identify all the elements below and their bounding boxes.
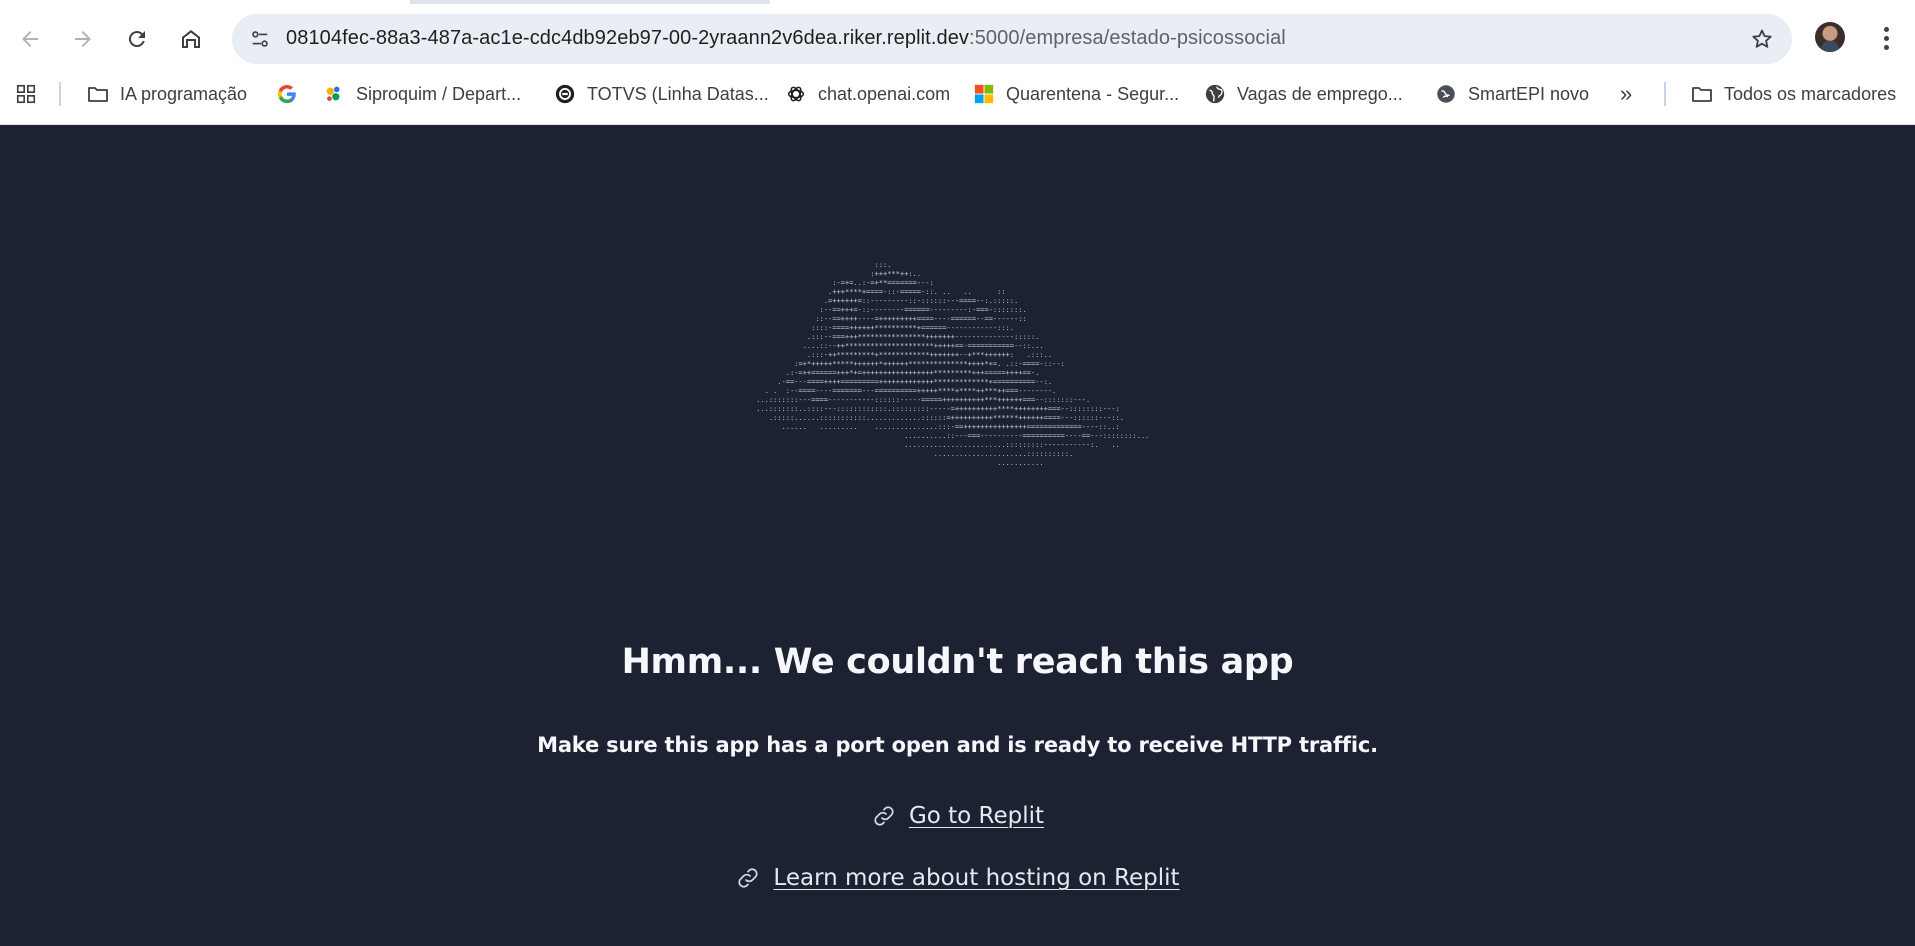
folder-icon	[1690, 82, 1714, 106]
bookmark-label: SmartEPI novo	[1468, 83, 1590, 104]
learn-more-hosting-link[interactable]: Learn more about hosting on Replit	[773, 865, 1179, 891]
google-icon	[275, 82, 299, 106]
site-info-button[interactable]	[244, 23, 276, 55]
microsoft-icon	[972, 82, 996, 106]
error-headline: Hmm... We couldn't reach this app	[621, 642, 1294, 682]
bookmark-label: Quarentena - Segur...	[1006, 83, 1180, 104]
profile-avatar[interactable]	[1815, 22, 1845, 52]
home-button[interactable]	[170, 18, 212, 60]
folder-icon	[86, 82, 110, 106]
home-icon	[182, 30, 200, 48]
url-path: :5000/empresa/estado-psicossocial	[969, 27, 1286, 49]
browser-toolbar: 08104fec-88a3-487a-ac1e-cdc4db92eb97-00-…	[0, 10, 1915, 68]
bookmark-smartepi[interactable]: SmartEPI novo	[1434, 76, 1589, 112]
openai-icon	[784, 82, 808, 106]
bookmark-siproquim[interactable]: Siproquim / Depart...	[322, 76, 521, 112]
forward-button[interactable]	[62, 18, 104, 60]
reload-icon	[128, 31, 145, 48]
error-subtext: Make sure this app has a port open and i…	[537, 733, 1378, 757]
bookmark-vagas[interactable]: Vagas de emprego...	[1203, 76, 1403, 112]
globe-icon	[1203, 82, 1227, 106]
chevron-double-right-icon: »	[1620, 81, 1633, 106]
browser-chrome: 08104fec-88a3-487a-ac1e-cdc4db92eb97-00-…	[0, 0, 1915, 125]
arrow-right-icon	[75, 31, 91, 47]
apps-grid-icon	[14, 82, 38, 106]
address-bar[interactable]: 08104fec-88a3-487a-ac1e-cdc4db92eb97-00-…	[232, 14, 1792, 64]
arrow-left-icon	[22, 31, 38, 47]
back-button[interactable]	[9, 18, 51, 60]
all-bookmarks-label: Todos os marcadores	[1724, 83, 1897, 104]
bookmark-label: chat.openai.com	[818, 83, 951, 104]
smartepi-icon	[1434, 82, 1458, 106]
bookmark-ia-programacao[interactable]: IA programação	[86, 76, 247, 112]
learn-more-row: Learn more about hosting on Replit	[0, 865, 1915, 891]
bookmark-star-button[interactable]	[1748, 25, 1776, 53]
siproquim-icon	[322, 82, 346, 106]
bookmark-quarentena[interactable]: Quarentena - Segur...	[972, 76, 1179, 112]
all-bookmarks-button[interactable]: Todos os marcadores	[1690, 76, 1896, 112]
link-icon	[735, 865, 761, 891]
totvs-icon	[553, 82, 577, 106]
page-content: :::. :+++***++:.. :-=+=..:-=+**=======--…	[0, 125, 1915, 946]
bookmark-label: Vagas de emprego...	[1237, 83, 1403, 104]
bookmarks-bar: IA programação Siproquim / Depart... TOT…	[0, 76, 1915, 112]
tune-icon	[252, 31, 268, 47]
ascii-art-illustration: :::. :+++***++:.. :-=+=..:-=+**=======--…	[756, 260, 1150, 467]
browser-menu-button[interactable]	[1872, 20, 1900, 56]
bookmarks-overflow-button[interactable]: »	[1620, 76, 1632, 112]
bookmark-google[interactable]	[275, 76, 299, 112]
bookmark-chatgpt[interactable]: chat.openai.com	[784, 76, 950, 112]
reload-button[interactable]	[116, 18, 158, 60]
bookmark-totvs[interactable]: TOTVS (Linha Datas...	[553, 76, 769, 112]
url-text[interactable]: 08104fec-88a3-487a-ac1e-cdc4db92eb97-00-…	[286, 27, 1286, 50]
bookmarks-separator	[1664, 82, 1666, 106]
bookmarks-separator	[59, 82, 61, 106]
bookmark-label: TOTVS (Linha Datas...	[587, 83, 769, 104]
bookmark-label: Siproquim / Depart...	[356, 83, 522, 104]
go-to-replit-row: Go to Replit	[0, 803, 1915, 829]
tab-strip	[0, 0, 1915, 4]
apps-button[interactable]	[14, 76, 38, 112]
go-to-replit-link[interactable]: Go to Replit	[909, 803, 1044, 829]
star-icon	[1752, 29, 1772, 48]
link-icon	[871, 803, 897, 829]
bookmark-label: IA programação	[120, 83, 248, 104]
url-host: 08104fec-88a3-487a-ac1e-cdc4db92eb97-00-…	[286, 27, 970, 49]
